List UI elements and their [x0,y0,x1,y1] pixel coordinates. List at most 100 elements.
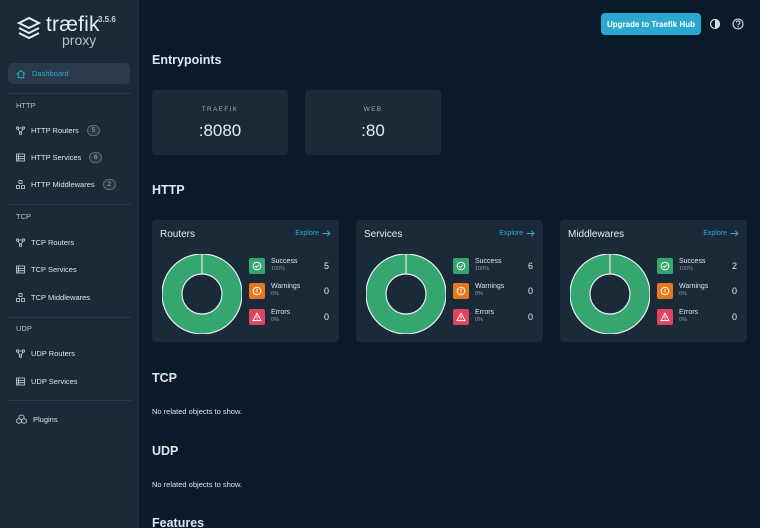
middlewares-icon [16,179,25,189]
check-circle-icon [660,261,670,271]
section-title-udp: UDP [16,324,32,333]
errors-label: Errors [271,309,291,316]
card-title: Services [364,229,403,240]
brand-sub: proxy [62,32,97,48]
warning-circle-icon [252,286,262,296]
alert-triangle-icon [252,312,262,322]
sidebar-item-udp-services[interactable]: UDP Services [16,374,78,388]
errors-count: 0 [731,312,737,322]
middlewares-icon [16,292,25,302]
success-badge [657,258,673,274]
sidebar-item-label: UDP Services [31,376,78,386]
errors-label: Errors [679,309,699,316]
errors-count: 0 [527,312,533,322]
arrow-right-icon [322,230,331,237]
routers-icon [16,125,25,135]
errors-badge [249,309,265,325]
middlewares-card: Middlewares Explore Success 100% 2 Warnings 0%… [560,220,747,342]
entrypoint-port: :8080 [198,121,242,140]
entrypoint-card: WEB :80 [305,90,441,155]
donut-border-inner [385,273,427,315]
sidebar-item-label: TCP Services [31,264,77,274]
help-icon[interactable] [731,17,745,31]
explore-label: Explore [295,230,319,237]
success-label: Success [679,258,706,265]
sidebar-item-label: Plugins [33,414,58,424]
errors-percent: 0% [271,317,279,323]
http-section-title: HTTP [152,183,185,197]
features-section-title: Features [152,516,205,528]
sidebar-item-label: HTTP Middlewares [31,179,95,189]
sidebar-item-tcp-routers[interactable]: TCP Routers [16,235,74,249]
success-badge [453,258,469,274]
tcp-section-title: TCP [152,371,177,385]
traefik-logo[interactable]: træfik proxy 3.5.6 [16,14,126,48]
routers-card: Routers Explore Success 100% 5 Warnings 0% 0 Err… [152,220,339,342]
errors-badge [453,309,469,325]
udp-section-title: UDP [152,444,179,458]
arrow-right-icon [730,230,739,237]
plugins-icon [16,414,27,424]
sidebar-item-tcp-services[interactable]: TCP Services [16,262,77,276]
status-donut-chart [162,254,242,334]
warnings-count: 0 [731,286,737,296]
services-icon [16,377,25,385]
sidebar-item-label: UDP Routers [31,348,76,358]
explore-link[interactable]: Explore [703,230,739,237]
errors-row: Errors 0% 0 [453,309,533,325]
errors-percent: 0% [679,317,687,323]
warning-circle-icon [660,286,670,296]
warnings-count: 0 [527,286,533,296]
success-count: 5 [323,261,329,271]
count-badge: 5 [86,124,100,136]
warnings-badge [657,283,673,299]
traefik-logo-icon [16,16,42,40]
check-circle-icon [456,261,466,271]
card-title: Routers [160,229,196,240]
warning-circle-icon [456,286,466,296]
sidebar-item-tcp-middlewares[interactable]: TCP Middlewares [16,290,90,304]
sidebar-item-dashboard[interactable]: Dashboard [8,63,130,84]
section-title-http: HTTP [16,101,36,110]
success-percent: 100% [679,266,694,272]
entrypoint-name: TRAEFIK [201,106,239,113]
warnings-row: Warnings 0% 0 [249,283,329,299]
services-icon [16,265,25,273]
errors-row: Errors 0% 0 [657,309,737,325]
routers-icon [16,237,25,247]
alert-triangle-icon [660,312,670,322]
sidebar-item-label: HTTP Services [31,152,82,162]
divider [8,204,131,205]
sidebar-item-label: Dashboard [32,69,69,78]
errors-badge [657,309,673,325]
success-row: Success 100% 6 [453,258,533,274]
warnings-row: Warnings 0% 0 [657,283,737,299]
arrow-right-icon [526,230,535,237]
sidebar-item-http-middlewares[interactable]: HTTP Middlewares 2 [16,177,116,191]
warnings-badge [249,283,265,299]
explore-link[interactable]: Explore [295,230,331,237]
success-label: Success [475,258,502,265]
sidebar-item-http-services[interactable]: HTTP Services 6 [16,150,103,164]
sidebar-item-udp-routers[interactable]: UDP Routers [16,346,75,360]
success-percent: 100% [475,266,490,272]
udp-empty-message: No related objects to show. [152,480,243,489]
sidebar-item-plugins[interactable]: Plugins [16,412,58,426]
home-icon [16,69,26,78]
divider [8,93,131,94]
count-badge: 2 [102,178,116,190]
warnings-percent: 0% [271,291,279,297]
divider [8,317,131,318]
sidebar-item-label: HTTP Routers [31,125,79,135]
sidebar: træfik proxy 3.5.6 Dashboard HTTP HTTP R… [0,0,139,528]
errors-label: Errors [475,309,495,316]
sidebar-item-http-routers[interactable]: HTTP Routers 5 [16,123,100,137]
explore-link[interactable]: Explore [499,230,535,237]
upgrade-button[interactable]: Upgrade to Traefik Hub [601,13,701,35]
warnings-badge [453,283,469,299]
services-card: Services Explore Success 100% 6 Warnings 0% 0 Er… [356,220,543,342]
warnings-label: Warnings [271,283,301,290]
tcp-empty-message: No related objects to show. [152,407,243,416]
contrast-icon[interactable] [708,17,722,31]
warnings-label: Warnings [475,283,505,290]
